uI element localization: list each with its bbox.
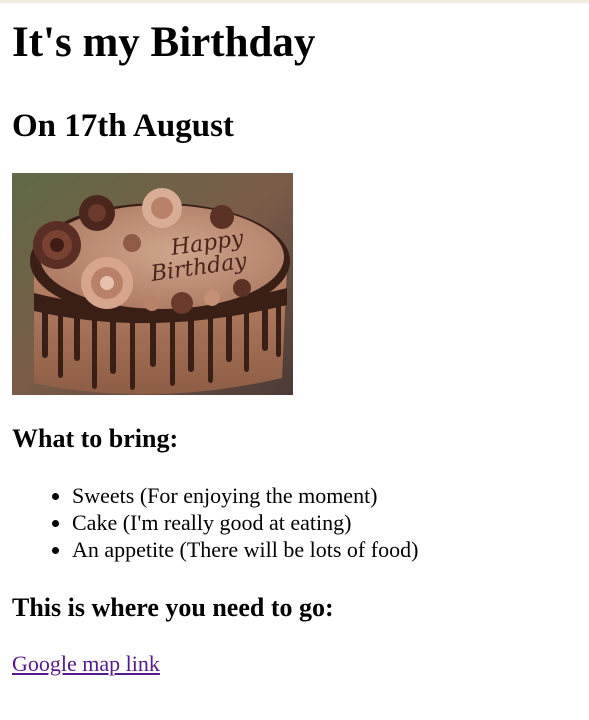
page-subtitle: On 17th August <box>12 108 234 144</box>
google-map-link[interactable]: Google map link <box>12 650 160 678</box>
list-item: An appetite (There will be lots of food) <box>72 536 418 563</box>
page-content: It's my Birthday On 17th August Happy Bi… <box>0 0 589 676</box>
top-strip <box>0 0 589 3</box>
directions-heading: This is where you need to go: <box>12 593 334 622</box>
list-item: Cake (I'm really good at eating) <box>72 509 418 536</box>
page-title: It's my Birthday <box>12 19 316 66</box>
bring-list: Sweets (For enjoying the moment) Cake (I… <box>12 482 418 563</box>
bring-heading: What to bring: <box>12 424 179 453</box>
birthday-cake-image: Happy Birthday <box>12 173 293 395</box>
list-item: Sweets (For enjoying the moment) <box>72 482 418 509</box>
